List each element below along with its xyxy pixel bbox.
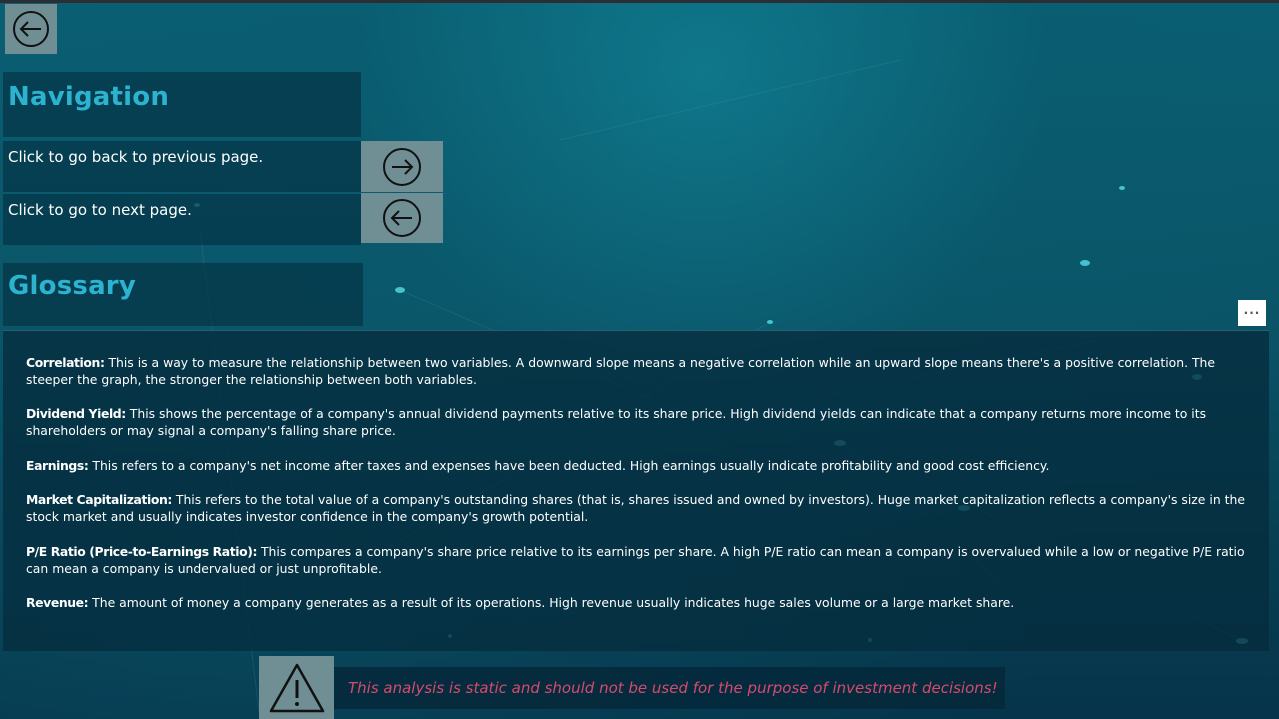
glossary-entry-market-capitalization: Market Capitalization: This refers to th… (26, 491, 1256, 525)
nav-row-previous: Click to go back to previous page. (3, 141, 361, 192)
nav-row-label: Click to go to next page. (8, 201, 192, 219)
glossary-term: Earnings: (26, 458, 89, 473)
glossary-term: Dividend Yield: (26, 406, 126, 421)
disclaimer-text: This analysis is static and should not b… (348, 679, 998, 697)
glossary-entry-revenue: Revenue: The amount of money a company g… (26, 594, 1256, 611)
arrow-left-circle-icon (383, 199, 421, 237)
glossary-definition: This is a way to measure the relationshi… (26, 355, 1216, 387)
glossary-definition: This refers to a company's net income af… (88, 458, 1050, 473)
arrow-right-circle-icon (383, 147, 421, 186)
arrow-left-circle-icon (13, 11, 49, 47)
glossary-definition: This refers to the total value of a comp… (26, 492, 1245, 524)
disclaimer-bar: This analysis is static and should not b… (334, 667, 1005, 709)
glossary-term: Correlation: (26, 355, 105, 370)
glossary-entry-correlation: Correlation: This is a way to measure th… (26, 354, 1256, 388)
navigation-title: Navigation (8, 82, 170, 112)
glossary-entry-pe-ratio: P/E Ratio (Price-to-Earnings Ratio): Thi… (26, 543, 1256, 577)
glossary-term: Market Capitalization: (26, 492, 172, 507)
glossary-definition: The amount of money a company generates … (88, 595, 1015, 610)
previous-page-button[interactable] (361, 141, 443, 192)
glossary-definition: This shows the percentage of a company's… (26, 406, 1207, 438)
navigation-header: Navigation (3, 72, 361, 137)
back-button[interactable] (5, 4, 57, 54)
glossary-header: Glossary (3, 263, 363, 326)
next-page-button[interactable] (361, 193, 443, 243)
warning-icon-box (259, 656, 334, 719)
warning-icon (269, 663, 324, 712)
nav-row-next: Click to go to next page. (3, 194, 361, 245)
glossary-entry-earnings: Earnings: This refers to a company's net… (26, 457, 1256, 474)
glossary-term: P/E Ratio (Price-to-Earnings Ratio): (26, 544, 258, 559)
more-options-icon: ··· (1243, 306, 1261, 320)
glossary-term: Revenue: (26, 595, 89, 610)
glossary-entry-dividend-yield: Dividend Yield: This shows the percentag… (26, 405, 1256, 439)
glossary-box: Correlation: This is a way to measure th… (3, 330, 1269, 651)
more-options-button[interactable]: ··· (1238, 300, 1266, 326)
glossary-title: Glossary (8, 271, 136, 301)
nav-row-label: Click to go back to previous page. (8, 148, 264, 166)
